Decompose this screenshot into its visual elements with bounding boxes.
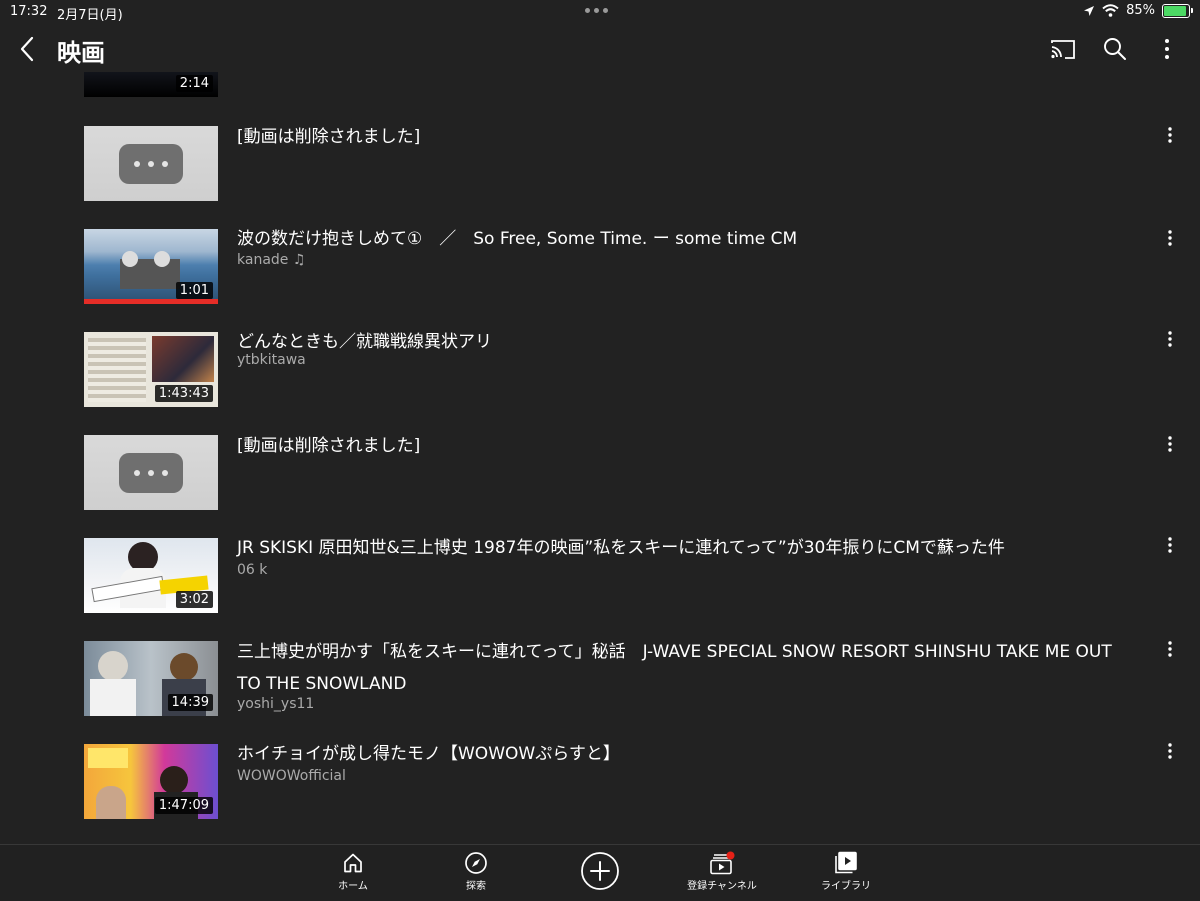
back-icon[interactable] (14, 32, 44, 66)
status-bar: 17:32 2月7日(月) 85% (0, 0, 1200, 26)
video-duration: 3:02 (175, 591, 213, 608)
tab-explore[interactable]: 探索 (421, 851, 531, 892)
wifi-icon (1102, 4, 1119, 17)
more-vert-icon[interactable] (1160, 329, 1180, 349)
library-icon (835, 851, 857, 874)
video-thumbnail[interactable]: 14:39 (84, 641, 218, 716)
battery-percent: 85% (1126, 3, 1155, 18)
video-channel[interactable]: WOWOWofficial (237, 768, 346, 784)
tab-label: ホーム (338, 881, 368, 892)
location-icon (1084, 5, 1095, 16)
tab-label: 登録チャンネル (687, 881, 757, 892)
subscriptions-icon (710, 851, 735, 875)
video-list: 2:14 [動画は削除されました] 1:01 波の数だけ抱きしめて① ／ So … (0, 72, 1200, 844)
video-title[interactable]: ホイチョイが成し得たモノ【WOWOWぷらすと】 (237, 738, 1117, 770)
video-channel[interactable]: yoshi_ys11 (237, 696, 314, 712)
tab-home[interactable]: ホーム (298, 851, 408, 892)
video-duration: 2:14 (175, 75, 213, 92)
video-title[interactable]: [動画は削除されました] (237, 430, 1117, 462)
video-thumbnail[interactable] (84, 435, 218, 510)
video-thumbnail[interactable]: 1:47:09 (84, 744, 218, 819)
deleted-video-icon (119, 144, 183, 184)
create-button[interactable] (545, 851, 655, 893)
video-title[interactable]: [動画は削除されました] (237, 121, 1117, 153)
deleted-video-icon (119, 453, 183, 493)
tab-library[interactable]: ライブラリ (791, 851, 901, 892)
video-title[interactable]: 三上博史が明かす「私をスキーに連れてって」秘話 J-WAVE SPECIAL S… (237, 636, 1117, 700)
explore-icon (465, 852, 487, 874)
video-duration: 1:47:09 (154, 797, 213, 814)
more-vert-icon[interactable] (1160, 535, 1180, 555)
status-date: 2月7日(月) (57, 8, 123, 23)
tab-subscriptions[interactable]: 登録チャンネル (667, 851, 777, 892)
more-vert-icon[interactable] (1160, 125, 1180, 145)
video-thumbnail[interactable]: 1:01 (84, 229, 218, 304)
video-channel[interactable]: ytbkitawa (237, 352, 306, 368)
more-vert-icon[interactable] (1160, 434, 1180, 454)
battery-icon (1162, 3, 1193, 18)
more-vert-icon[interactable] (1153, 34, 1183, 64)
multitasking-dots-icon[interactable] (585, 8, 608, 13)
video-channel[interactable]: kanade ♫ (237, 252, 305, 268)
video-thumbnail[interactable]: 2:14 (84, 72, 218, 97)
video-thumbnail[interactable] (84, 126, 218, 201)
video-duration: 1:01 (175, 282, 213, 299)
video-thumbnail[interactable]: 3:02 (84, 538, 218, 613)
video-title[interactable]: 波の数だけ抱きしめて① ／ So Free, Some Time. ー some… (237, 223, 1117, 255)
more-vert-icon[interactable] (1160, 741, 1180, 761)
more-vert-icon[interactable] (1160, 639, 1180, 659)
page-title: 映画 (57, 39, 105, 67)
more-vert-icon[interactable] (1160, 228, 1180, 248)
status-time: 17:32 (10, 4, 48, 19)
search-icon[interactable] (1100, 34, 1130, 64)
create-icon (581, 852, 619, 890)
bottom-tab-bar: ホーム 探索 登録チャンネル ライブラリ (0, 844, 1200, 901)
home-icon (344, 853, 362, 873)
tab-label: 探索 (466, 881, 486, 892)
app-header: 映画 (0, 26, 1200, 72)
tab-label: ライブラリ (821, 881, 871, 892)
video-title[interactable]: JR SKISKI 原田知世&三上博史 1987年の映画”私をスキーに連れてって… (237, 532, 1117, 564)
video-duration: 14:39 (167, 694, 213, 711)
video-title[interactable]: どんなときも／就職戦線異状アリ (237, 326, 1117, 358)
cast-icon[interactable] (1048, 34, 1078, 64)
video-duration: 1:43:43 (154, 385, 213, 402)
video-thumbnail[interactable]: 1:43:43 (84, 332, 218, 407)
status-right: 85% (1083, 3, 1193, 18)
video-channel[interactable]: 06 k (237, 562, 267, 578)
